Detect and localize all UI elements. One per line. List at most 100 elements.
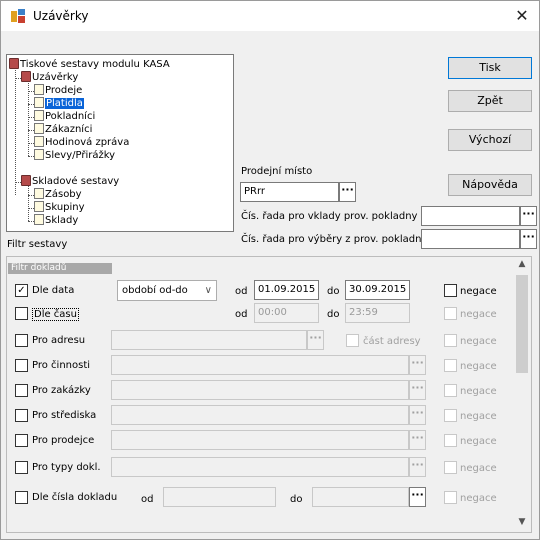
filter-scrollbar[interactable]: ▲ ▼	[513, 257, 531, 532]
scroll-up-icon[interactable]: ▲	[513, 259, 531, 269]
pro-typy-checkbox[interactable]	[15, 461, 28, 474]
pro-typy-input[interactable]	[111, 457, 409, 477]
cast-adresy-checkbox[interactable]	[346, 334, 359, 347]
dle-cisla-browse-button[interactable]: ···	[409, 487, 426, 507]
zpet-button[interactable]: Zpět	[448, 90, 532, 112]
tree-label: Prodeje	[45, 85, 83, 96]
pro-adresu-checkbox[interactable]	[15, 334, 28, 347]
negace-label: negace	[460, 436, 497, 447]
cislo-od-input[interactable]	[163, 487, 276, 507]
pro-strediska-input[interactable]	[111, 405, 409, 425]
tree-node-skupiny[interactable]: Skupiny	[34, 201, 85, 214]
cast-adresy-label: část adresy	[363, 336, 421, 347]
tree-node-zakaznici[interactable]: Zákazníci	[34, 123, 92, 136]
tree-node-platidla[interactable]: Platidla	[34, 97, 84, 110]
cis-rada-vklady-browse-button[interactable]: ···	[520, 206, 537, 226]
tree-node-hodinova[interactable]: Hodinová zpráva	[34, 136, 129, 149]
napoveda-button[interactable]: Nápověda	[448, 174, 532, 196]
tree-label: Slevy/Přirážky	[45, 150, 116, 161]
dle-data-checkbox[interactable]: ✓	[15, 284, 28, 297]
pro-prodejce-checkbox[interactable]	[15, 434, 28, 447]
pro-typy-browse-button[interactable]: ···	[409, 457, 426, 477]
pro-cinnosti-label: Pro činnosti	[32, 360, 91, 371]
vychozi-button[interactable]: Výchozí	[448, 129, 532, 151]
prodejni-misto-input[interactable]: PRrr	[240, 182, 339, 202]
cis-rada-vklady-label-text: Čís. řada pro vklady	[241, 211, 341, 222]
pro-adresu-input[interactable]	[111, 330, 307, 350]
do-label: do	[327, 309, 340, 320]
pro-zakazky-input[interactable]	[111, 380, 409, 400]
page-icon	[34, 136, 44, 147]
pro-typy-negace-checkbox[interactable]	[444, 461, 457, 474]
pro-cinnosti-checkbox[interactable]	[15, 359, 28, 372]
pro-cinnosti-browse-button[interactable]: ···	[409, 355, 426, 375]
tree-node-pokladnici[interactable]: Pokladníci	[34, 110, 95, 123]
pro-prodejce-input[interactable]	[111, 430, 409, 450]
pro-adresu-negace-checkbox[interactable]	[444, 334, 457, 347]
tree-node-prodeje[interactable]: Prodeje	[34, 84, 82, 97]
window-title: Uzávěrky	[33, 9, 89, 23]
dialog-window: Uzávěrky ✕ Tiskové sestavy modulu KASA U…	[0, 0, 540, 540]
negace-label: negace	[460, 309, 497, 320]
report-tree[interactable]: Tiskové sestavy modulu KASA Uzávěrky Pro…	[6, 54, 234, 232]
page-icon	[34, 188, 44, 199]
dle-casu-checkbox[interactable]	[15, 307, 28, 320]
dle-cisla-negace-checkbox[interactable]	[444, 491, 457, 504]
pro-strediska-browse-button[interactable]: ···	[409, 405, 426, 425]
prodejni-misto-browse-button[interactable]: ···	[339, 182, 356, 202]
time-to-input[interactable]: 23:59	[345, 303, 410, 323]
pro-strediska-negace-checkbox[interactable]	[444, 409, 457, 422]
cislo-do-input[interactable]	[312, 487, 409, 507]
tree-node-skladove[interactable]: Skladové sestavy	[21, 175, 119, 188]
cis-rada-vklady-label-text2: prov. pokladny	[343, 211, 418, 222]
date-from-input[interactable]: 01.09.2015	[254, 280, 319, 300]
od-label: od	[141, 494, 154, 505]
tree-node-zasoby[interactable]: Zásoby	[34, 188, 82, 201]
pro-zakazky-checkbox[interactable]	[15, 384, 28, 397]
pro-zakazky-browse-button[interactable]: ···	[409, 380, 426, 400]
pro-cinnosti-input[interactable]	[111, 355, 409, 375]
cis-rada-vybery-input[interactable]	[421, 229, 520, 249]
pro-adresu-browse-button[interactable]: ···	[307, 330, 324, 350]
negace-label: negace	[460, 361, 497, 372]
cis-rada-vklady-input[interactable]	[421, 206, 520, 226]
prodejni-misto-label: Prodejní místo	[241, 166, 313, 177]
time-from-input[interactable]: 00:00	[254, 303, 319, 323]
scroll-thumb[interactable]	[516, 275, 528, 373]
period-select[interactable]: období od-do ∨	[117, 280, 217, 301]
negace-label: negace	[460, 286, 497, 297]
dle-casu-label: Dle času	[32, 308, 79, 321]
date-to-input[interactable]: 30.09.2015	[345, 280, 410, 300]
title-bar: Uzávěrky ✕	[1, 1, 539, 31]
dle-cisla-checkbox[interactable]	[15, 491, 28, 504]
od-label: od	[235, 286, 248, 297]
pro-strediska-checkbox[interactable]	[15, 409, 28, 422]
page-icon	[34, 201, 44, 212]
pro-cinnosti-negace-checkbox[interactable]	[444, 359, 457, 372]
scroll-down-icon[interactable]: ▼	[513, 517, 531, 527]
tree-node-root[interactable]: Tiskové sestavy modulu KASA	[9, 58, 170, 71]
tisk-button[interactable]: Tisk	[448, 57, 532, 79]
pro-prodejce-negace-checkbox[interactable]	[444, 434, 457, 447]
dle-casu-negace-checkbox[interactable]	[444, 307, 457, 320]
tree-node-uzaverky[interactable]: Uzávěrky	[21, 71, 78, 84]
page-icon	[34, 84, 44, 95]
period-select-value: období od-do	[122, 285, 188, 296]
pro-prodejce-browse-button[interactable]: ···	[409, 430, 426, 450]
tree-label: Hodinová zpráva	[45, 137, 130, 148]
page-icon	[34, 214, 44, 225]
book-icon	[9, 58, 19, 69]
dle-data-negace-checkbox[interactable]	[444, 284, 457, 297]
tree-label: Zákazníci	[45, 124, 93, 135]
cis-rada-vybery-browse-button[interactable]: ···	[520, 229, 537, 249]
tree-node-sklady[interactable]: Sklady	[34, 214, 78, 227]
dle-data-label: Dle data	[32, 285, 75, 296]
filtr-dokladu-header: Filtr dokladů	[8, 263, 112, 274]
close-button[interactable]: ✕	[507, 4, 537, 28]
do-label: do	[327, 286, 340, 297]
tree-node-slevy[interactable]: Slevy/Přirážky	[34, 149, 115, 162]
pro-zakazky-negace-checkbox[interactable]	[444, 384, 457, 397]
od-label: od	[235, 309, 248, 320]
book-icon	[21, 71, 31, 82]
page-icon	[34, 110, 44, 121]
